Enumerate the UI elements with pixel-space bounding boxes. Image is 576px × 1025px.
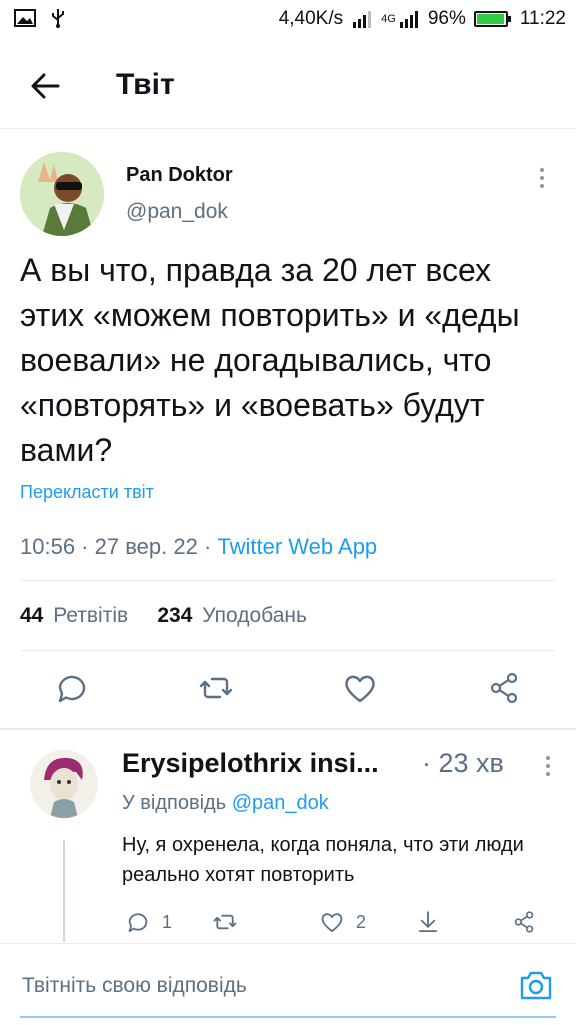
like-heart-icon [321, 913, 343, 933]
download-icon [418, 911, 438, 933]
reply-icon[interactable] [52, 668, 92, 708]
replying-prefix: У відповідь [122, 792, 227, 814]
input-underline [20, 1016, 556, 1018]
author-handle[interactable]: @pan_dok [126, 200, 228, 224]
network-type: 4G [381, 13, 396, 25]
battery-fill [476, 14, 504, 24]
battery-icon [473, 11, 511, 27]
tweet-text: А вы что, правда за 20 лет всех этих «мо… [20, 252, 520, 468]
reply-reply-action[interactable]: 1 [124, 908, 172, 936]
tweet-actions [20, 668, 556, 712]
like-count: 2 [356, 911, 367, 932]
tweet-time: 10:56 [20, 534, 76, 559]
retweets-count[interactable]: 44 [20, 604, 43, 627]
reply-download-action[interactable] [414, 908, 442, 936]
tweet-source[interactable]: Twitter Web App [217, 534, 377, 559]
share-icon[interactable] [484, 668, 524, 708]
translate-tweet-link[interactable]: Перекласти твіт [20, 482, 154, 503]
replying-to-mention[interactable]: @pan_dok [232, 792, 329, 814]
retweets-label[interactable]: Ретвітів [53, 604, 128, 627]
page-title: Твіт [116, 68, 175, 101]
like-heart-icon[interactable] [340, 668, 380, 708]
likes-label[interactable]: Уподобань [202, 604, 307, 627]
reply-retweet-action[interactable] [210, 908, 240, 936]
compose-reply-bar: Твітніть свою відповідь [0, 943, 576, 1025]
usb-icon [52, 9, 64, 28]
image-notification-icon [14, 9, 36, 27]
more-options-icon[interactable] [534, 166, 550, 190]
reply-time: · 23 хв [422, 748, 504, 778]
network-speed: 4,40K/s [278, 8, 344, 29]
reply-icon [128, 913, 148, 933]
divider [20, 580, 556, 581]
signal-icon-2 [399, 11, 418, 28]
reply-actions: 1 2 [122, 908, 552, 940]
thread-line [63, 840, 65, 942]
signal-icon [353, 11, 372, 28]
tweet-stats: 44 Ретвітів 234 Уподобань [20, 604, 307, 628]
reply-author-avatar[interactable] [30, 750, 98, 818]
reply-tweet[interactable]: Erysipelothrix insi... · 23 хв У відпові… [0, 730, 576, 942]
reply-like-action[interactable]: 2 [318, 908, 366, 936]
retweet-icon [213, 914, 237, 930]
replying-to: У відповідь @pan_dok [122, 792, 329, 815]
tweet-date: 27 вер. 22 [94, 534, 198, 559]
reply-author-name[interactable]: Erysipelothrix insi... [122, 748, 379, 779]
author-name[interactable]: Pan Doktor [126, 164, 233, 187]
camera-icon[interactable] [518, 968, 554, 1002]
author-avatar[interactable] [20, 152, 104, 236]
share-icon [514, 911, 534, 933]
reply-count: 1 [162, 911, 173, 932]
likes-count[interactable]: 234 [157, 604, 192, 627]
clock: 11:22 [519, 8, 566, 29]
battery-percent: 96% [427, 8, 466, 29]
tweet-meta: 10:56 · 27 вер. 22 · Twitter Web App [20, 534, 378, 559]
reply-text: Ну, я охренела, когда поняла, что эти лю… [122, 834, 524, 886]
avatar-illustration [20, 152, 104, 236]
retweet-icon[interactable] [196, 668, 236, 708]
back-arrow-icon[interactable] [24, 64, 68, 108]
app-bar: Твіт [0, 40, 576, 129]
reply-input[interactable]: Твітніть свою відповідь [22, 974, 247, 998]
reply-more-options-icon[interactable] [542, 754, 554, 778]
divider [20, 650, 556, 651]
reply-share-action[interactable] [510, 908, 538, 936]
status-bar: 4,40K/s 4G 96% 11:22 [0, 0, 576, 40]
reply-avatar-illustration [30, 750, 98, 818]
